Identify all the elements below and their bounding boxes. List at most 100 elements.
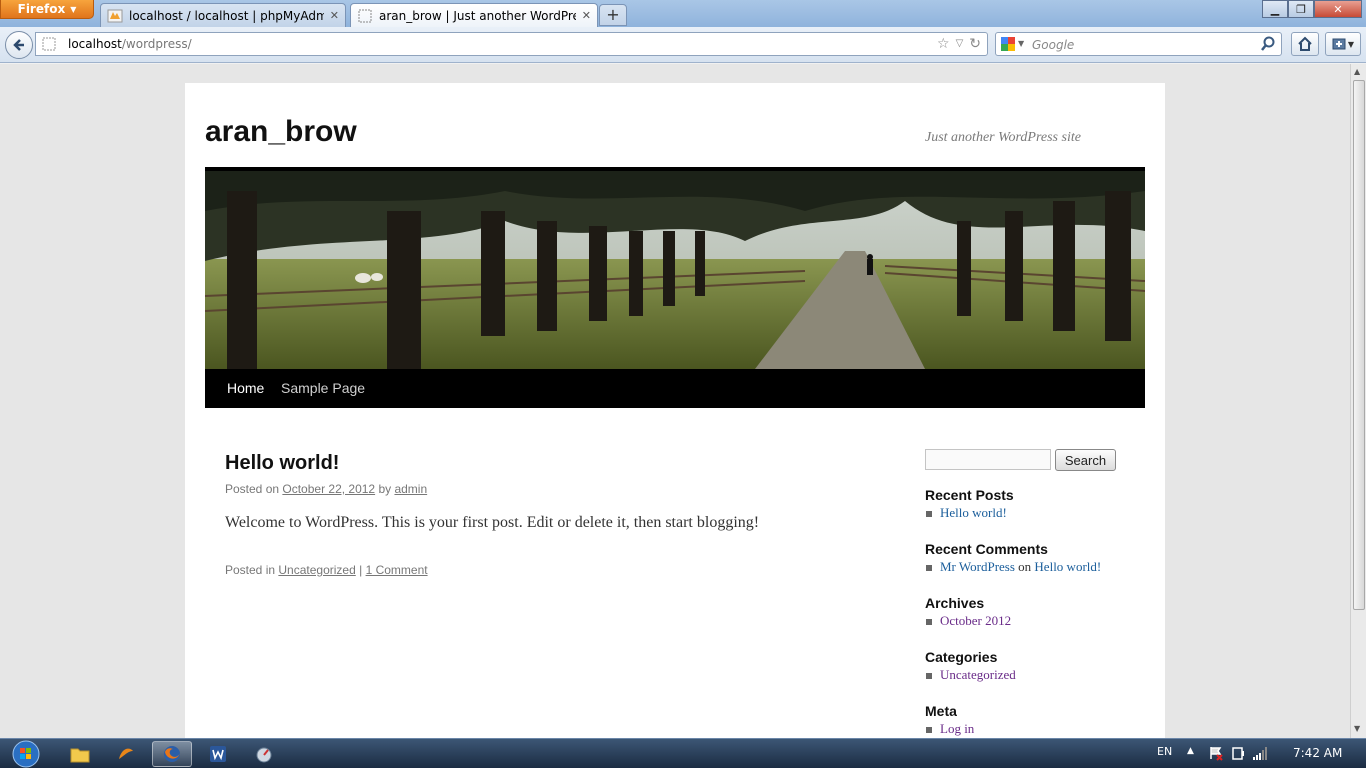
tab-title: aran_brow | Just another WordPress si... (379, 8, 576, 23)
list-item: Log in (925, 721, 1165, 737)
list-item: October 2012 (925, 613, 1165, 629)
settings-gauge-icon (256, 747, 272, 763)
firefox-menu-button[interactable]: Firefox ▼ (0, 0, 94, 19)
windows-logo-icon (12, 740, 40, 768)
addon-button[interactable]: ▼ (1325, 32, 1361, 56)
browser-titlebar: Firefox ▼ localhost / localhost | phpMyA… (0, 0, 1366, 27)
taskbar-explorer[interactable] (60, 741, 100, 767)
comment-post-link[interactable]: Hello world! (1034, 559, 1101, 574)
search-bar[interactable]: ▼ Google (995, 32, 1282, 56)
bookmark-star-icon[interactable]: ☆ (937, 36, 950, 52)
widget-recent-comments: Recent Comments Mr WordPress on Hello wo… (925, 541, 1165, 575)
history-dropdown-icon[interactable]: ▽ (956, 36, 964, 52)
archive-link[interactable]: October 2012 (940, 613, 1011, 628)
blank-page-favicon-icon (358, 9, 372, 22)
engine-dropdown-icon[interactable]: ▼ (1018, 39, 1024, 48)
list-item: Hello world! (925, 505, 1165, 521)
post-footer: Posted in Uncategorized | 1 Comment (225, 563, 428, 577)
category-link[interactable]: Uncategorized (278, 563, 355, 577)
minimize-button[interactable]: ▁ (1262, 0, 1288, 18)
taskbar-control-panel[interactable] (244, 741, 284, 767)
header-image[interactable] (205, 167, 1145, 369)
windows-taskbar: EN ▲ 7:42 AM (0, 738, 1366, 768)
search-icon[interactable] (1259, 35, 1277, 53)
nav-home[interactable]: Home (227, 369, 264, 408)
post-content: Welcome to WordPress. This is your first… (225, 514, 760, 531)
site-description: Just another WordPress site (925, 130, 1081, 145)
power-icon[interactable] (1230, 745, 1246, 761)
taskbar-clock[interactable]: 7:42 AM (1293, 746, 1342, 760)
widget-title: Recent Comments (925, 541, 1048, 557)
sidebar-search-button[interactable]: Search (1055, 449, 1116, 471)
url-text[interactable]: localhost/wordpress/ (68, 37, 192, 51)
close-window-button[interactable]: ✕ (1314, 0, 1362, 18)
language-indicator[interactable]: EN (1157, 745, 1172, 758)
taskbar-word[interactable] (198, 741, 238, 767)
restore-button[interactable]: ❐ (1288, 0, 1314, 18)
close-tab-icon[interactable]: ✕ (582, 9, 591, 22)
url-host: localhost (68, 37, 122, 51)
tab-title: localhost / localhost | phpMyAdmin ... (129, 8, 324, 23)
action-center-flag-icon[interactable] (1208, 745, 1224, 761)
scrollbar-thumb[interactable] (1353, 80, 1365, 610)
folder-icon (70, 748, 90, 763)
addon-dropdown-icon: ▼ (1347, 39, 1355, 49)
nav-sample-page[interactable]: Sample Page (281, 369, 365, 408)
list-item: Mr WordPress on Hello world! (925, 559, 1165, 575)
back-button[interactable] (5, 31, 33, 59)
firefox-icon (164, 746, 180, 762)
wordpress-page: aran_brow Just another WordPress site Ho… (185, 83, 1165, 738)
browser-navbar: localhost/wordpress/ ☆ ▽ ↻ ▼ Google ▼ (0, 27, 1366, 63)
caret-down-icon: ▼ (70, 4, 77, 14)
recent-post-link[interactable]: Hello world! (940, 505, 1007, 520)
posted-in-label: Posted in (225, 563, 279, 577)
comment-author-link[interactable]: Mr WordPress (940, 559, 1015, 574)
sidebar-search-input[interactable] (925, 449, 1051, 470)
show-hidden-icons-icon[interactable]: ▲ (1187, 746, 1194, 756)
widget-title: Meta (925, 703, 957, 719)
taskbar-firefox[interactable] (152, 741, 192, 767)
reload-icon[interactable]: ↻ (969, 36, 981, 52)
page-viewport: aran_brow Just another WordPress site Ho… (0, 64, 1350, 738)
list-item: Uncategorized (925, 667, 1165, 683)
tab-phpmyadmin[interactable]: localhost / localhost | phpMyAdmin ... ✕ (100, 3, 346, 27)
close-tab-icon[interactable]: ✕ (330, 9, 339, 22)
page-scrollbar[interactable]: ▲ ▼ (1350, 64, 1366, 738)
login-link[interactable]: Log in (940, 721, 974, 736)
taskbar-app[interactable] (106, 741, 146, 767)
network-signal-icon[interactable] (1252, 745, 1268, 761)
new-tab-button[interactable]: + (599, 4, 627, 26)
site-identity-icon[interactable] (42, 37, 56, 51)
widget-archives: Archives October 2012 (925, 595, 1165, 629)
firefox-menu-label: Firefox (17, 2, 66, 16)
addon-icon (1332, 38, 1346, 50)
google-icon[interactable] (1000, 36, 1016, 52)
site-title[interactable]: aran_brow (205, 115, 357, 149)
category-widget-link[interactable]: Uncategorized (940, 667, 1016, 682)
widget-meta: Meta Log in (925, 703, 1165, 737)
start-button[interactable] (6, 739, 46, 768)
home-icon (1298, 36, 1312, 51)
widget-title: Categories (925, 649, 998, 665)
url-path: /wordpress/ (121, 37, 192, 51)
phpmyadmin-favicon-icon (107, 9, 123, 22)
scroll-up-icon[interactable]: ▲ (1354, 67, 1360, 76)
comment-on-label: on (1014, 559, 1035, 574)
system-tray (1208, 745, 1268, 761)
comments-link[interactable]: 1 Comment (366, 563, 428, 577)
word-icon (210, 746, 226, 762)
scroll-down-icon[interactable]: ▼ (1354, 724, 1360, 733)
post-title[interactable]: Hello world! (225, 452, 339, 475)
tab-wordpress[interactable]: aran_brow | Just another WordPress si...… (350, 3, 598, 27)
back-arrow-icon (13, 39, 24, 51)
widget-recent-posts: Recent Posts Hello world! (925, 487, 1165, 521)
widget-title: Archives (925, 595, 985, 611)
url-bar[interactable]: localhost/wordpress/ ☆ ▽ ↻ (35, 32, 988, 56)
search-placeholder: Google (1032, 38, 1075, 52)
post-author-link[interactable]: admin (394, 482, 427, 496)
widget-categories: Categories Uncategorized (925, 649, 1165, 683)
meta-prefix: Posted on (225, 482, 283, 496)
home-button[interactable] (1291, 32, 1319, 56)
post-date-link[interactable]: October 22, 2012 (282, 482, 375, 496)
tree-avenue-header-image (205, 171, 1145, 369)
